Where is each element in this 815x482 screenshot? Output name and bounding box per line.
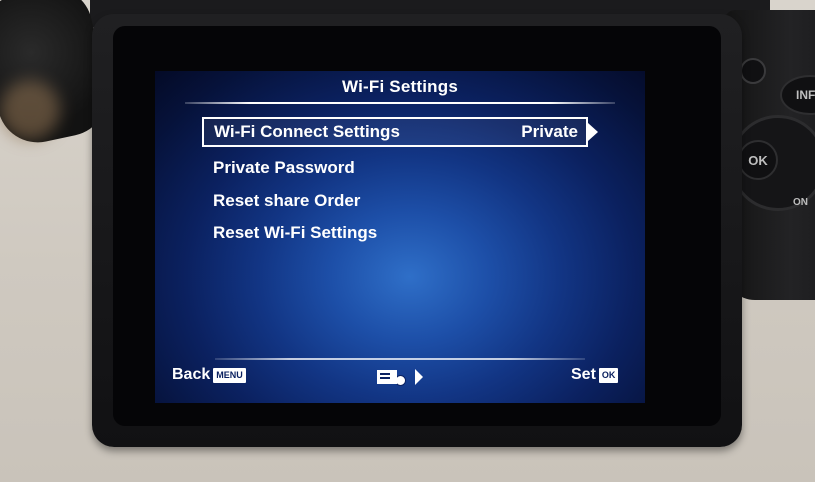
- menu-item-label: Wi-Fi Connect Settings: [214, 122, 400, 141]
- back-label: Back: [172, 366, 211, 383]
- menu-list-icon: [377, 369, 397, 384]
- menu-item-value: Private: [521, 122, 578, 141]
- camera-photo: INFO OK ON Wi-Fi Settings Wi-Fi Connect …: [0, 0, 815, 482]
- menu-title: Wi-Fi Settings: [342, 77, 458, 96]
- strap-highlight: [0, 80, 60, 140]
- menu-key-badge: MENU: [213, 367, 246, 383]
- menu-item-wifi-connect-settings[interactable]: Wi-Fi Connect Settings Private: [202, 117, 588, 147]
- footer-divider: [215, 358, 585, 360]
- back-hint[interactable]: Back MENU: [172, 366, 246, 384]
- menu-item-label: Private Password: [213, 158, 355, 177]
- title-divider: [185, 102, 615, 104]
- set-hint[interactable]: Set OK: [571, 366, 619, 384]
- menu-item-reset-wifi-settings[interactable]: Reset Wi-Fi Settings: [203, 218, 585, 248]
- ok-button[interactable]: OK: [738, 140, 778, 180]
- lcd-screen: Wi-Fi Settings Wi-Fi Connect Settings Pr…: [155, 71, 645, 403]
- ok-key-badge: OK: [598, 367, 619, 383]
- arrow-right-icon: [415, 368, 423, 385]
- arrow-right-icon: [588, 123, 598, 141]
- menu-item-reset-share-order[interactable]: Reset share Order: [203, 186, 585, 216]
- on-label: ON: [793, 197, 808, 208]
- menu-settings-icon: [377, 367, 423, 386]
- menu-item-label: Reset Wi-Fi Settings: [213, 223, 378, 242]
- set-label: Set: [571, 366, 596, 383]
- menu-item-private-password[interactable]: Private Password: [203, 153, 585, 183]
- camera-button-small[interactable]: [740, 58, 766, 84]
- menu-item-label: Reset share Order: [213, 191, 361, 210]
